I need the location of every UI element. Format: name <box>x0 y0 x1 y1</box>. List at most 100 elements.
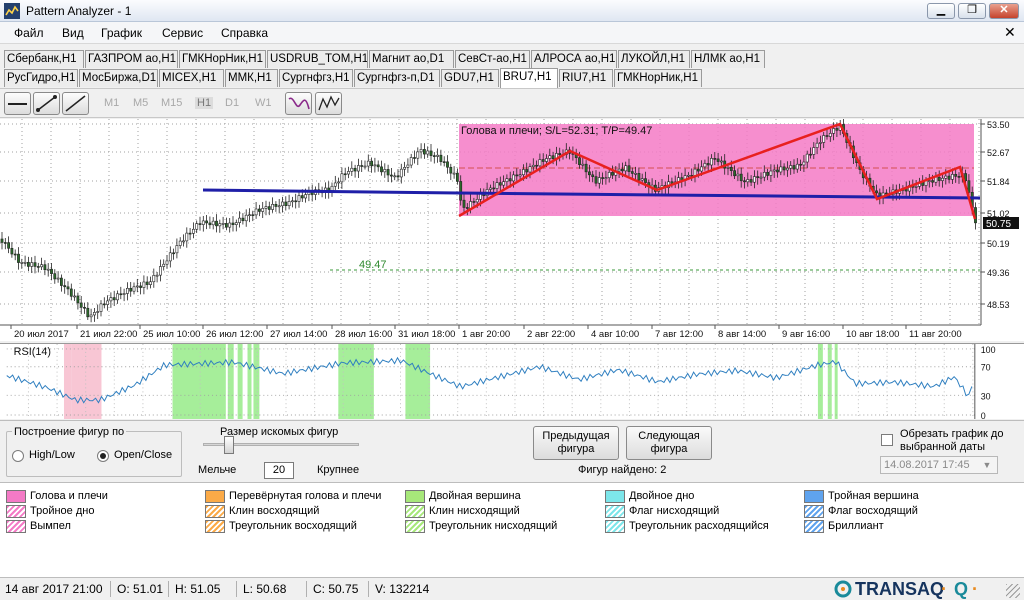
candle-body <box>96 311 100 313</box>
candle-body <box>198 223 202 225</box>
tab-bru7[interactable]: BRU7,H1 <box>500 68 558 88</box>
timeframe-h1[interactable]: H1 <box>195 97 214 109</box>
menu-help[interactable]: Справка <box>221 26 268 40</box>
price-chart[interactable]: Голова и плечи; S/L=52.31; T/P=49.47 49.… <box>0 119 1024 341</box>
candle-body <box>238 217 242 223</box>
candle-body <box>581 163 585 166</box>
price-label: 52.67 <box>987 148 1010 158</box>
tab-sberbank[interactable]: Сбербанк,H1 <box>4 50 84 68</box>
candle-body <box>389 174 393 177</box>
timeframe-m5[interactable]: M5 <box>133 97 148 109</box>
candle-body <box>73 295 77 298</box>
candle-body <box>832 128 836 134</box>
horizontal-line-tool-button[interactable] <box>4 92 31 115</box>
tab-alrosa[interactable]: АЛРОСА ао,H1 <box>531 50 617 68</box>
candle-body <box>337 181 341 184</box>
candle-body <box>815 142 819 148</box>
candle-body <box>950 174 954 180</box>
highlow-radio[interactable] <box>12 450 24 462</box>
tab-gmknornik-2[interactable]: ГМКНорНик,H1 <box>614 69 702 87</box>
timeframe-m1[interactable]: M1 <box>104 97 119 109</box>
legend-label: Тройное дно <box>30 505 95 517</box>
candle-body <box>419 149 423 153</box>
maximize-button[interactable]: ❐ <box>958 3 986 19</box>
candle-body <box>627 165 631 172</box>
price-label: 48.53 <box>987 300 1010 310</box>
segment-tool-button[interactable] <box>33 92 60 115</box>
transaq-logo-icon <box>834 580 852 598</box>
cut-chart-label[interactable]: Обрезать график до выбранной даты <box>900 428 1012 454</box>
candle-body <box>432 155 436 157</box>
openclose-label[interactable]: Open/Close <box>114 449 172 461</box>
candle-body <box>459 181 463 201</box>
tab-magnit[interactable]: Магнит ао,D1 <box>369 50 454 68</box>
resize-grip-icon[interactable] <box>1006 584 1020 598</box>
tab-usdrub[interactable]: USDRUB_TOM,H1 <box>267 50 368 68</box>
minimize-button[interactable]: ▁ <box>927 3 955 19</box>
candle-body <box>360 165 364 167</box>
pattern-analyzer-window: Pattern Analyzer - 1 ▁ ❐ ✕ Файл Вид Граф… <box>0 0 1024 600</box>
candle-body <box>944 175 948 179</box>
tab-rushydro[interactable]: РусГидро,H1 <box>4 69 78 87</box>
instrument-tabs-row-1: Сбербанк,H1 ГАЗПРОМ ао,H1 ГМКНорНик,H1 U… <box>0 49 1024 68</box>
tab-gdu7[interactable]: GDU7,H1 <box>441 69 499 87</box>
tab-mosbirzha[interactable]: МосБиржа,D1 <box>79 69 158 87</box>
candle-body <box>967 180 971 193</box>
menu-file[interactable]: Файл <box>14 26 44 40</box>
tab-surgut-p[interactable]: Сургнфгз-п,D1 <box>354 69 440 87</box>
highlow-label[interactable]: High/Low <box>29 449 75 461</box>
tab-gazprom[interactable]: ГАЗПРОМ ао,H1 <box>85 50 178 68</box>
pattern-search-button[interactable] <box>315 92 342 115</box>
candle-body <box>759 176 763 179</box>
candle-body <box>875 190 878 194</box>
size-slider-thumb[interactable] <box>224 436 234 454</box>
indicator-button[interactable] <box>285 92 312 115</box>
shape-build-label: Построение фигур по <box>12 426 127 438</box>
status-volume: V: 132214 <box>375 582 430 596</box>
openclose-radio[interactable] <box>97 450 109 462</box>
trendline-tool-button[interactable] <box>62 92 89 115</box>
status-separator <box>368 581 369 597</box>
menu-view[interactable]: Вид <box>62 26 84 40</box>
rsi-panel[interactable]: RSI(14) 100 70 30 0 <box>0 343 1024 419</box>
candle-body <box>257 208 261 212</box>
tab-lukoil[interactable]: ЛУКОЙЛ,H1 <box>618 50 690 68</box>
brand-dot-2: · <box>972 579 978 599</box>
next-figure-button[interactable]: Следующая фигура <box>626 426 712 460</box>
candle-body <box>399 168 403 178</box>
candle-body <box>591 174 595 177</box>
candle-body <box>594 176 598 184</box>
candle-body <box>393 175 397 178</box>
tab-surgut[interactable]: Сургнфгз,H1 <box>279 69 353 87</box>
date-dropdown-icon[interactable]: ▼ <box>979 458 995 472</box>
cut-chart-checkbox[interactable] <box>881 434 893 446</box>
target-label: 49.47 <box>359 259 387 271</box>
controls-panel: Построение фигур по High/Low Open/Close … <box>0 420 1024 480</box>
trendline-icon <box>65 95 86 112</box>
menu-service[interactable]: Сервис <box>162 26 203 40</box>
timeframe-w1[interactable]: W1 <box>255 97 272 109</box>
tab-mmk[interactable]: ММК,H1 <box>225 69 278 87</box>
tab-nlmk[interactable]: НЛМК ао,H1 <box>691 50 765 68</box>
close-button[interactable]: ✕ <box>989 3 1019 19</box>
legend-label: Вымпел <box>30 520 71 532</box>
tab-riu7[interactable]: RIU7,H1 <box>559 69 613 87</box>
timeframe-m15[interactable]: M15 <box>161 97 182 109</box>
tab-micex[interactable]: MICEX,H1 <box>159 69 224 87</box>
candle-body <box>340 173 344 183</box>
tab-gmknornik[interactable]: ГМКНорНик,H1 <box>179 50 266 68</box>
rsi-overbought-zone <box>817 344 823 419</box>
candle-body <box>241 217 245 222</box>
close-doc-icon[interactable]: ✕ <box>1004 24 1016 41</box>
legend-swatch <box>804 520 824 533</box>
timeframe-d1[interactable]: D1 <box>225 97 239 109</box>
size-value-field[interactable]: 20 <box>264 462 294 479</box>
prev-figure-button[interactable]: Предыдущая фигура <box>533 426 619 460</box>
size-label: Размер искомых фигур <box>220 426 339 438</box>
menu-chart[interactable]: График <box>101 26 142 40</box>
candle-body <box>825 135 829 137</box>
candle-body <box>135 285 139 288</box>
tab-sevst[interactable]: СевСт-ао,H1 <box>455 50 530 68</box>
candle-body <box>488 187 492 190</box>
candle-body <box>353 167 357 172</box>
